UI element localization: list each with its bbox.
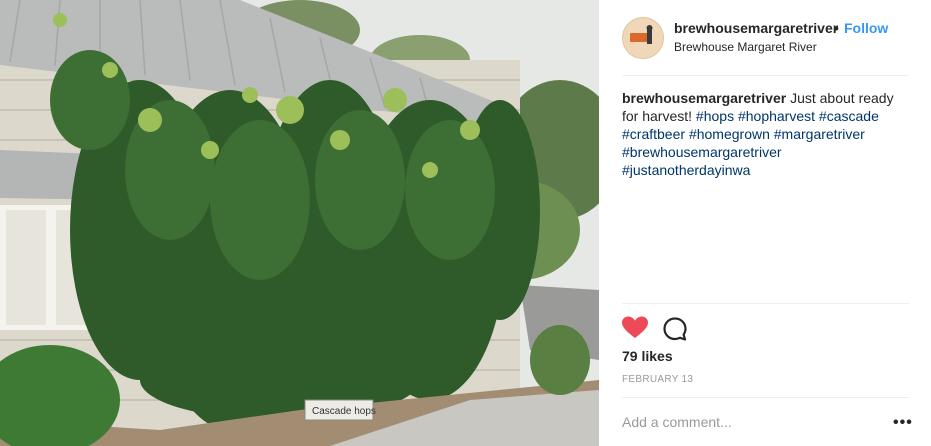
hashtag-link[interactable]: #homegrown [689,126,770,142]
comment-bubble-icon[interactable] [662,316,688,342]
post-side-panel: brewhousemargaretriver • Follow Brewhous… [599,0,931,446]
hashtag-link[interactable]: #cascade [819,108,879,124]
hashtag-link[interactable]: #hops [696,108,734,124]
hashtag-link[interactable]: #brewhousemargaretriver [622,144,782,160]
post-caption: brewhousemargaretriver Just about ready … [622,89,912,179]
comment-divider [622,397,909,398]
plant-sign-text: Cascade hops [312,406,376,417]
header-divider [622,75,909,76]
separator-dot: • [834,20,839,36]
hashtag-link[interactable]: #margaretriver [774,126,865,142]
actions-divider [622,303,909,304]
hops-vine-photo: Cascade hops [0,0,599,446]
follow-button[interactable]: Follow [844,20,888,36]
hashtag-link[interactable]: #hopharvest [738,108,815,124]
instagram-post: Cascade hops brewhousemargaretriver • Fo… [0,0,931,446]
more-options-button[interactable]: ••• [893,414,913,432]
caption-username[interactable]: brewhousemargaretriver [622,90,786,106]
add-comment-input[interactable] [622,414,862,430]
likes-count[interactable]: 79 likes [622,348,673,364]
location-link[interactable]: Brewhouse Margaret River [674,40,817,54]
post-photo[interactable]: Cascade hops [0,0,599,446]
heart-filled-icon[interactable] [622,316,648,340]
post-header: brewhousemargaretriver • Follow Brewhous… [622,14,910,62]
account-username[interactable]: brewhousemargaretriver [674,20,838,36]
post-date: FEBRUARY 13 [622,374,694,385]
hashtag-link[interactable]: #craftbeer [622,126,685,142]
hashtag-link[interactable]: #justanotherdayinwa [622,162,750,178]
brewhouse-logo-icon[interactable] [622,17,664,59]
